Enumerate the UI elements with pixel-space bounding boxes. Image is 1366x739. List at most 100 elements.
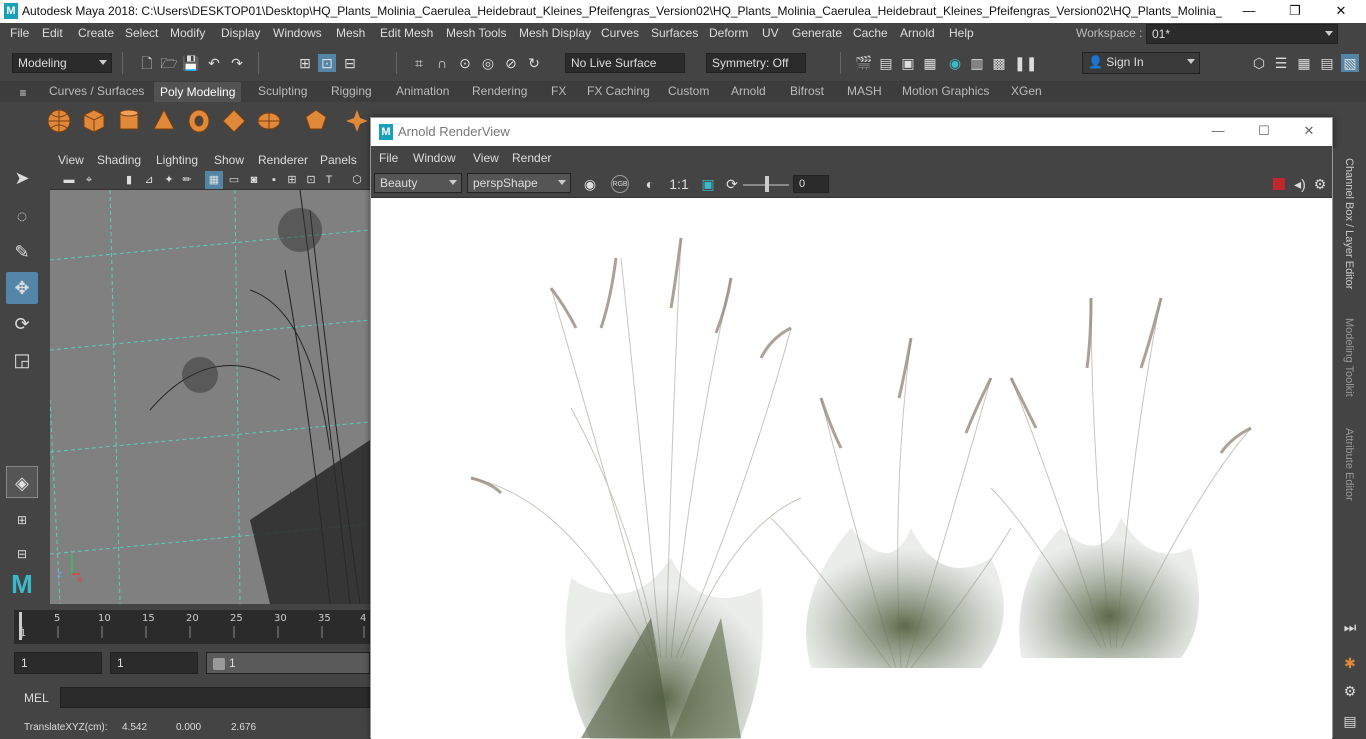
menu-surfaces[interactable]: Surfaces: [651, 26, 698, 40]
snap-live-icon[interactable]: ↻: [525, 54, 543, 72]
renderview-maximize-button[interactable]: ☐: [1241, 120, 1287, 143]
shelf-tab-animation[interactable]: Animation: [396, 84, 449, 98]
pause-icon[interactable]: ❚❚: [1014, 54, 1037, 72]
renderview-minimize-button[interactable]: —: [1195, 120, 1241, 143]
shelf-menu-icon[interactable]: ≡: [14, 84, 32, 102]
shelf-tab-motion-graphics[interactable]: Motion Graphics: [902, 84, 989, 98]
render-sequence-icon[interactable]: ▤: [877, 54, 895, 72]
render-settings-icon[interactable]: ▦: [921, 54, 939, 72]
playback-start-field[interactable]: 1: [110, 652, 198, 674]
tab-modeling-toolkit[interactable]: Modeling Toolkit: [1343, 318, 1355, 397]
snap-view-icon[interactable]: ◎: [479, 54, 497, 72]
menu-help[interactable]: Help: [949, 26, 974, 40]
poly-cube-icon[interactable]: [81, 108, 107, 134]
field-chart-icon[interactable]: ⊞: [283, 171, 301, 189]
refresh-icon[interactable]: ⟳: [723, 175, 741, 193]
select-tool-icon[interactable]: ➤: [6, 162, 38, 194]
select-component-icon[interactable]: ⊟: [341, 54, 359, 72]
viewport-menu-shading[interactable]: Shading: [97, 153, 141, 167]
super-shape-icon[interactable]: [344, 108, 370, 134]
2d-pan-icon[interactable]: ✦: [160, 171, 178, 189]
shelf-tab-fx[interactable]: FX: [551, 84, 566, 98]
character-controls-icon[interactable]: ☰: [1272, 54, 1290, 72]
preferences-icon[interactable]: ⚙: [1341, 682, 1359, 700]
menu-windows[interactable]: Windows: [273, 26, 322, 40]
live-surface-field[interactable]: No Live Surface: [565, 53, 685, 73]
render-view-icon[interactable]: ▩: [990, 54, 1008, 72]
four-view-layout-icon[interactable]: ⊞: [6, 504, 38, 536]
mel-label[interactable]: MEL: [24, 691, 49, 705]
arnold-render-icon[interactable]: ◉: [946, 54, 964, 72]
menu-uv[interactable]: UV: [762, 26, 779, 40]
grid-toggle-icon[interactable]: ▦: [205, 171, 223, 189]
exposure-slider-handle[interactable]: [765, 176, 769, 192]
snap-surface-icon[interactable]: ⊘: [502, 54, 520, 72]
start-time-field[interactable]: 1: [14, 652, 102, 674]
shelf-tab-poly-modeling[interactable]: Poly Modeling: [154, 82, 242, 102]
arnold-renderview-window[interactable]: M Arnold RenderView — ☐ ✕ File Window Vi…: [370, 117, 1333, 739]
menu-modify[interactable]: Modify: [170, 26, 205, 40]
tool-settings-toggle-icon[interactable]: ▧: [1341, 54, 1359, 72]
channel-box-toggle-icon[interactable]: ▦: [1295, 54, 1313, 72]
renderview-close-button[interactable]: ✕: [1286, 120, 1332, 143]
bookmark-icon[interactable]: ▮: [120, 171, 138, 189]
menu-display[interactable]: Display: [221, 26, 260, 40]
shelf-tab-curves-surfaces[interactable]: Curves / Surfaces: [49, 84, 144, 98]
menu-mesh[interactable]: Mesh: [336, 26, 365, 40]
open-scene-icon[interactable]: 🗁: [160, 54, 178, 72]
grease-pencil-icon[interactable]: ✏: [178, 171, 196, 189]
poly-plane-icon[interactable]: [221, 108, 247, 134]
gate-mask-icon[interactable]: ▪: [265, 171, 283, 189]
select-object-icon[interactable]: ⊡: [318, 54, 336, 72]
range-slider-bar[interactable]: 1: [206, 652, 370, 674]
camera-dropdown[interactable]: perspShape: [467, 173, 571, 193]
viewport-menu-renderer[interactable]: Renderer: [258, 153, 308, 167]
script-editor-icon[interactable]: ▤: [1341, 712, 1359, 730]
viewport-menu-lighting[interactable]: Lighting: [156, 153, 198, 167]
safe-action-icon[interactable]: ⊡: [302, 171, 320, 189]
workspace-dropdown[interactable]: 01*: [1146, 24, 1338, 44]
poly-cone-icon[interactable]: [151, 108, 177, 134]
renderview-title-bar[interactable]: M Arnold RenderView — ☐ ✕: [371, 118, 1332, 146]
time-slider[interactable]: 1 5 10 15 20 25 30 35 4: [14, 610, 370, 644]
renderview-menu-view[interactable]: View: [473, 151, 499, 165]
menu-edit[interactable]: Edit: [42, 26, 63, 40]
menu-curves[interactable]: Curves: [601, 26, 639, 40]
menu-edit-mesh[interactable]: Edit Mesh: [380, 26, 433, 40]
poly-sphere-icon[interactable]: [46, 108, 72, 134]
tab-channel-box[interactable]: Channel Box / Layer Editor: [1343, 158, 1355, 289]
safe-title-icon[interactable]: T: [320, 171, 338, 189]
symmetry-dropdown[interactable]: Symmetry: Off: [706, 53, 806, 73]
exposure-field[interactable]: 0: [793, 175, 829, 193]
shelf-tab-sculpting[interactable]: Sculpting: [258, 84, 307, 98]
shelf-tab-mash[interactable]: MASH: [847, 84, 882, 98]
undo-icon[interactable]: ↶: [205, 54, 223, 72]
image-plane-icon[interactable]: ⊿: [140, 171, 158, 189]
film-gate-icon[interactable]: ▭: [225, 171, 243, 189]
sign-in-button[interactable]: 👤 Sign In: [1082, 52, 1200, 74]
move-tool-icon[interactable]: ✥: [6, 272, 38, 304]
viewport-menu-panels[interactable]: Panels: [320, 153, 357, 167]
viewport-menu-show[interactable]: Show: [214, 153, 244, 167]
camera-icon[interactable]: ▬: [60, 171, 78, 189]
rotate-tool-icon[interactable]: ⟳: [6, 308, 38, 340]
snap-curve-icon[interactable]: ∩: [433, 54, 451, 72]
renderview-menu-file[interactable]: File: [379, 151, 398, 165]
rgb-channel-icon[interactable]: RGB: [611, 175, 629, 193]
save-scene-icon[interactable]: 💾: [182, 54, 200, 72]
shelf-tab-arnold[interactable]: Arnold: [731, 84, 766, 98]
poly-disc-icon[interactable]: [256, 108, 282, 134]
select-hierarchy-icon[interactable]: ⊞: [296, 54, 314, 72]
color-correct-icon[interactable]: ◐: [641, 175, 659, 193]
paint-select-tool-icon[interactable]: ✎: [6, 236, 38, 268]
shelf-tab-rigging[interactable]: Rigging: [331, 84, 372, 98]
aov-dropdown[interactable]: Beauty: [374, 173, 462, 193]
wireframe-icon[interactable]: ⬡: [348, 171, 366, 189]
ipr-toggle-icon[interactable]: ◂): [1291, 175, 1309, 193]
new-scene-icon[interactable]: 🗋: [138, 54, 156, 72]
stop-render-icon[interactable]: [1273, 178, 1285, 190]
hypershade-icon[interactable]: ▥: [968, 54, 986, 72]
menu-cache[interactable]: Cache: [853, 26, 888, 40]
two-view-layout-icon[interactable]: ⊟: [6, 538, 38, 570]
minimize-button[interactable]: —: [1226, 0, 1272, 23]
